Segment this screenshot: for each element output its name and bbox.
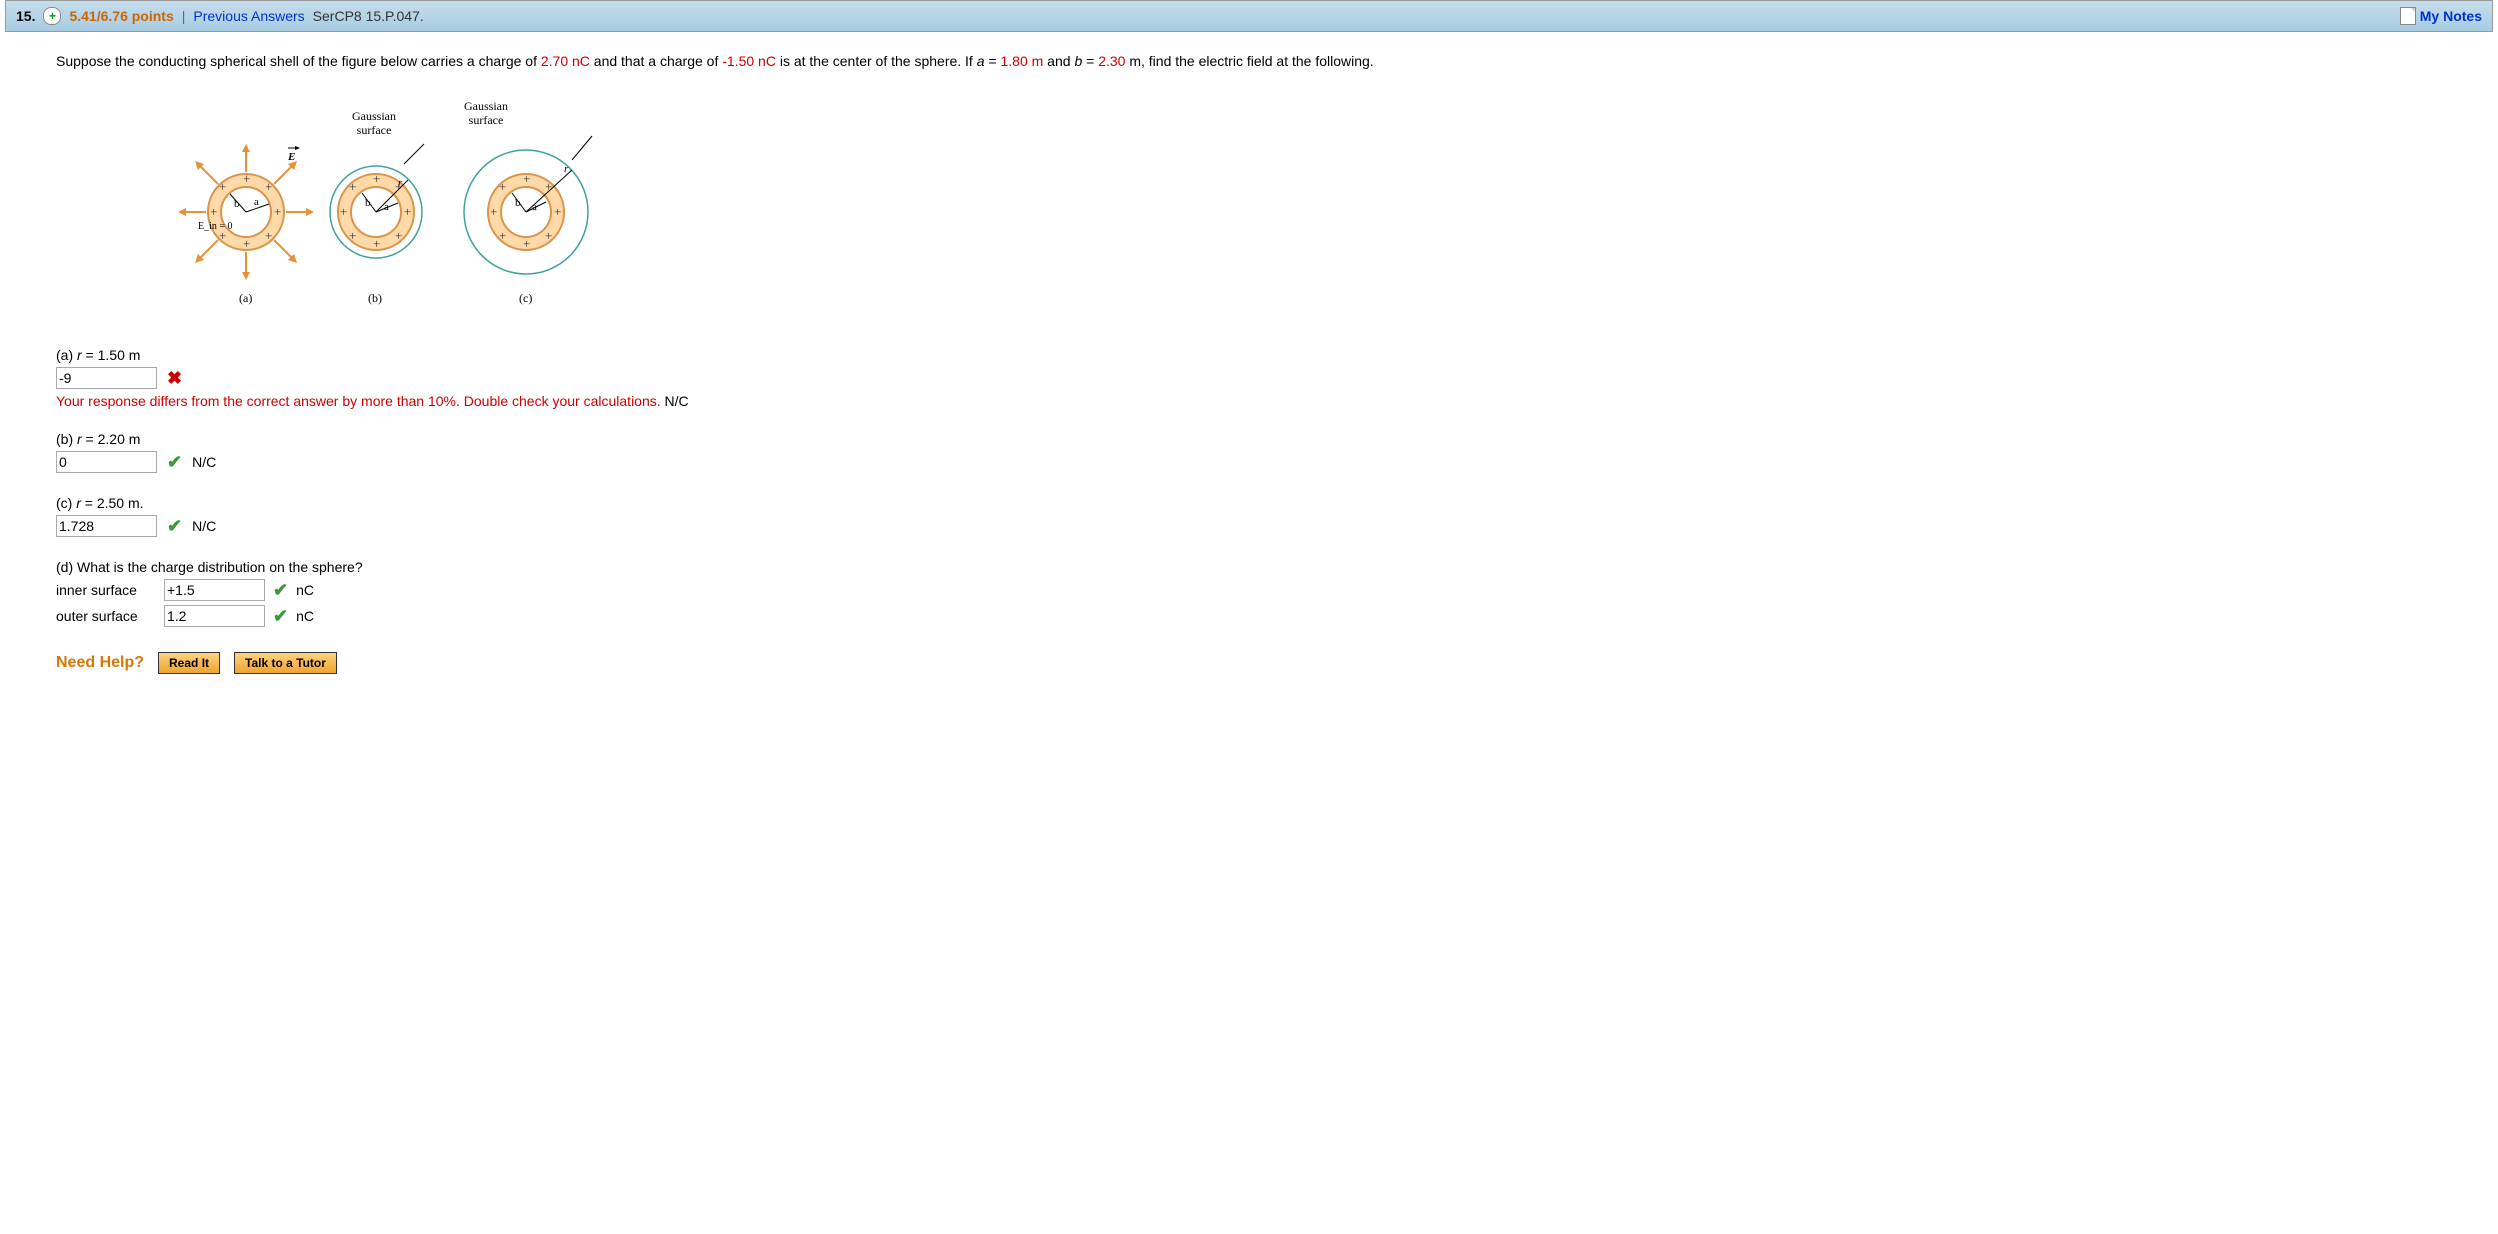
svg-text:a: a	[254, 196, 259, 208]
gaussian-b-label: Gaussiansurface	[352, 109, 396, 137]
value-charge-shell: 2.70 nC	[541, 53, 590, 69]
svg-text:+: +	[523, 236, 530, 251]
text: =	[1082, 53, 1098, 69]
svg-text:+: +	[545, 228, 552, 243]
svg-text:+: +	[499, 179, 506, 194]
my-notes-label: My Notes	[2420, 8, 2482, 24]
expand-icon[interactable]: +	[43, 7, 61, 25]
problem-statement: Suppose the conducting spherical shell o…	[56, 50, 2442, 72]
separator: |	[182, 8, 186, 24]
correct-icon: ✔	[167, 452, 182, 473]
read-it-button[interactable]: Read It	[158, 652, 220, 674]
svg-text:b: b	[365, 197, 371, 209]
question-header: 15. + 5.41/6.76 points | Previous Answer…	[5, 0, 2493, 32]
part-b-label: (b) r = 2.20 m	[56, 431, 2442, 447]
svg-text:+: +	[210, 204, 217, 219]
svg-text:+: +	[499, 228, 506, 243]
subfig-a-label: (a)	[239, 291, 252, 305]
part-a-feedback: Your response differs from the correct a…	[56, 393, 2442, 409]
text: and that a charge of	[590, 53, 722, 69]
outer-surface-input[interactable]	[164, 605, 265, 627]
svg-text:+: +	[395, 228, 402, 243]
svg-text:+: +	[265, 179, 272, 194]
header-left: 15. + 5.41/6.76 points | Previous Answer…	[16, 7, 424, 25]
text: Suppose the conducting spherical shell o…	[56, 53, 541, 69]
unit-label: nC	[296, 582, 314, 598]
svg-text:+: +	[340, 204, 347, 219]
svg-text:b: b	[515, 197, 521, 209]
correct-icon: ✔	[273, 580, 288, 601]
points-display: 5.41/6.76 points	[69, 8, 173, 24]
unit-label: N/C	[192, 518, 216, 534]
svg-text:+: +	[243, 236, 250, 251]
value-charge-center: -1.50 nC	[722, 53, 776, 69]
question-content: Suppose the conducting spherical shell o…	[0, 32, 2498, 692]
svg-text:+: +	[373, 236, 380, 251]
svg-text:+: +	[349, 179, 356, 194]
svg-text:+: +	[219, 179, 226, 194]
inner-surface-input[interactable]	[164, 579, 265, 601]
part-d-label: (d) What is the charge distribution on t…	[56, 559, 2442, 575]
svg-text:+: +	[265, 228, 272, 243]
part-c-input[interactable]	[56, 515, 157, 537]
var-a: a	[977, 53, 985, 69]
svg-text:+: +	[373, 171, 380, 186]
value-a: 1.80 m	[1000, 53, 1043, 69]
svg-text:+: +	[274, 204, 281, 219]
part-a: (a) r = 1.50 m ✖ Your response differs f…	[56, 347, 2442, 409]
part-d: (d) What is the charge distribution on t…	[56, 559, 2442, 627]
svg-text:+: +	[395, 179, 402, 194]
gaussian-c-label: Gaussiansurface	[464, 99, 508, 127]
outer-surface-label: outer surface	[56, 608, 156, 624]
unit-label: N/C	[192, 454, 216, 470]
part-b-input[interactable]	[56, 451, 157, 473]
svg-text:b: b	[234, 198, 240, 210]
svg-text:+: +	[404, 204, 411, 219]
figure: b a	[176, 92, 2442, 325]
parts: (a) r = 1.50 m ✖ Your response differs f…	[56, 347, 2442, 627]
svg-text:+: +	[349, 228, 356, 243]
my-notes-link[interactable]: My Notes	[2400, 7, 2482, 25]
svg-text:+: +	[490, 204, 497, 219]
subfig-b-label: (b)	[368, 291, 382, 305]
part-c-label: (c) r = 2.50 m.	[56, 495, 2442, 511]
svg-text:a: a	[384, 201, 389, 213]
part-c: (c) r = 2.50 m. ✔ N/C	[56, 495, 2442, 537]
svg-text:r: r	[564, 163, 569, 175]
question-number: 15.	[16, 8, 35, 24]
previous-answers-link[interactable]: Previous Answers	[193, 8, 304, 24]
text: is at the center of the sphere. If	[776, 53, 977, 69]
text: m, find the electric field at the follow…	[1125, 53, 1373, 69]
subfig-c-label: (c)	[519, 291, 532, 305]
need-help-label: Need Help?	[56, 654, 144, 672]
svg-text:+: +	[523, 171, 530, 186]
svg-text:+: +	[545, 179, 552, 194]
unit-label: nC	[296, 608, 314, 624]
need-help-row: Need Help? Read It Talk to a Tutor	[56, 652, 2442, 674]
svg-text:+: +	[554, 204, 561, 219]
question-source: SerCP8 15.P.047.	[313, 8, 424, 24]
value-b: 2.30	[1098, 53, 1125, 69]
part-a-label: (a) r = 1.50 m	[56, 347, 2442, 363]
correct-icon: ✔	[167, 516, 182, 537]
figure-svg: b a	[176, 92, 646, 322]
part-a-input[interactable]	[56, 367, 157, 389]
talk-tutor-button[interactable]: Talk to a Tutor	[234, 652, 337, 674]
note-icon	[2400, 7, 2416, 25]
inner-surface-label: inner surface	[56, 582, 156, 598]
text: =	[985, 53, 1001, 69]
ein-label: E_in = 0	[198, 221, 233, 232]
text: and	[1043, 53, 1074, 69]
correct-icon: ✔	[273, 606, 288, 627]
part-b: (b) r = 2.20 m ✔ N/C	[56, 431, 2442, 473]
e-vector-label: E	[287, 151, 295, 163]
incorrect-icon: ✖	[167, 368, 182, 389]
svg-text:+: +	[243, 171, 250, 186]
svg-text:a: a	[532, 201, 537, 213]
